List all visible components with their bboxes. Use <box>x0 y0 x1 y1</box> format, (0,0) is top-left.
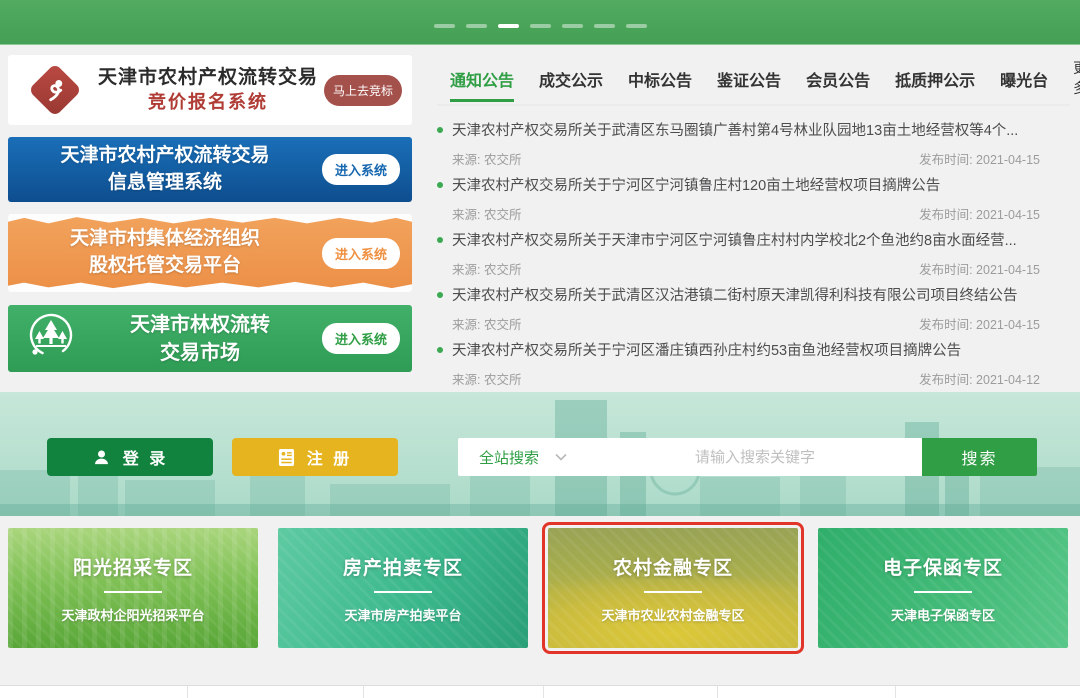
notice-title-link[interactable]: 天津农村产权交易所关于宁河区宁河镇鲁庄村120亩土地经营权项目摘牌公告 <box>452 174 940 195</box>
bullet-icon <box>437 292 443 298</box>
notice-list-item: 天津农村产权交易所关于天津市宁河区宁河镇鲁庄村村内学校北2个鱼池约8亩水面经营.… <box>437 229 1040 284</box>
carousel-dot[interactable] <box>530 24 551 28</box>
notice-panel: 通知公告 成交公示 中标公告 鉴证公告 会员公告 抵质押公示 曝光台 更多 ▶ … <box>437 58 1070 394</box>
forest-market-banner[interactable]: 天津市林权流转 交易市场 进入系统 <box>8 305 412 372</box>
divider <box>104 591 162 593</box>
id-card-icon <box>278 448 295 467</box>
zone-cards: 阳光招采专区 天津政村企阳光招采平台 房产拍卖专区 天津市房产拍卖平台 农村金融… <box>8 528 1068 648</box>
notice-source: 来源: 农交所 <box>452 204 521 223</box>
info-system-banner[interactable]: 天津市农村产权流转交易 信息管理系统 进入系统 <box>8 137 412 202</box>
bidding-system-title: 天津市农村产权流转交易 竞价报名系统 <box>92 66 324 114</box>
notice-date: 发布时间: 2021-04-12 <box>919 369 1040 388</box>
site-search: 全站搜索 搜索 <box>458 438 1037 476</box>
search-scope-select[interactable]: 全站搜索 <box>458 438 588 476</box>
notice-title-link[interactable]: 天津农村产权交易所关于天津市宁河区宁河镇鲁庄村村内学校北2个鱼池约8亩水面经营.… <box>452 229 1017 250</box>
enter-system-button[interactable]: 进入系统 <box>322 323 400 354</box>
carousel-dot[interactable] <box>562 24 583 28</box>
tab-pledge[interactable]: 抵质押公示 <box>895 63 975 100</box>
forest-market-title: 天津市林权流转 交易市场 <box>78 311 322 367</box>
tab-winning-bid[interactable]: 中标公告 <box>628 63 692 100</box>
equity-platform-title: 天津市村集体经济组织 股权托管交易平台 <box>8 226 322 279</box>
notice-date: 发布时间: 2021-04-15 <box>919 259 1040 278</box>
notice-list-item: 天津农村产权交易所关于宁河区潘庄镇西孙庄村约53亩鱼池经营权项目摘牌公告 来源:… <box>437 339 1040 394</box>
notice-title-link[interactable]: 天津农村产权交易所关于武清区东马圈镇广善村第4号林业队园地13亩土地经营权等4个… <box>452 119 1018 140</box>
table-cell <box>188 686 364 698</box>
table-cell <box>718 686 896 698</box>
zone-property-auction[interactable]: 房产拍卖专区 天津市房产拍卖平台 <box>278 528 528 648</box>
carousel-dot-active[interactable] <box>498 24 519 28</box>
tab-exposure[interactable]: 曝光台 <box>1000 63 1048 100</box>
notice-source: 来源: 农交所 <box>452 149 521 168</box>
divider <box>644 591 702 593</box>
search-button[interactable]: 搜索 <box>922 438 1037 476</box>
zone-rural-finance[interactable]: 农村金融专区 天津市农业农村金融专区 <box>548 528 798 648</box>
tab-notice-announcements[interactable]: 通知公告 <box>450 63 514 102</box>
table-cell <box>0 686 188 698</box>
register-button[interactable]: 注 册 <box>232 438 398 476</box>
notice-list-item: 天津农村产权交易所关于宁河区宁河镇鲁庄村120亩土地经营权项目摘牌公告 来源: … <box>437 174 1040 229</box>
carousel-banner <box>0 0 1080 45</box>
notice-date: 发布时间: 2021-04-15 <box>919 314 1040 333</box>
chevron-down-icon <box>555 453 567 461</box>
carousel-dot[interactable] <box>594 24 615 28</box>
forest-tree-icon <box>24 309 78 368</box>
bullet-icon <box>437 182 443 188</box>
enter-system-button[interactable]: 进入系统 <box>322 238 400 269</box>
divider <box>914 591 972 593</box>
notice-source: 来源: 农交所 <box>452 314 521 333</box>
equity-platform-banner[interactable]: 天津市村集体经济组织 股权托管交易平台 进入系统 <box>8 214 412 292</box>
hero-banner: 登 录 注 册 全站搜索 搜索 <box>0 392 1080 516</box>
zone-electronic-guarantee[interactable]: 电子保函专区 天津电子保函专区 <box>818 528 1068 648</box>
bidding-system-card: 天津市农村产权流转交易 竞价报名系统 马上去竞标 <box>8 55 412 125</box>
notice-source: 来源: 农交所 <box>452 259 521 278</box>
enter-system-button[interactable]: 进入系统 <box>322 154 400 185</box>
notice-title-link[interactable]: 天津农村产权交易所关于宁河区潘庄镇西孙庄村约53亩鱼池经营权项目摘牌公告 <box>452 339 961 360</box>
notice-title-link[interactable]: 天津农村产权交易所关于武清区汉沽港镇二街村原天津凯得利科技有限公司项目终结公告 <box>452 284 1018 305</box>
search-input[interactable] <box>588 438 922 476</box>
notice-tabbar: 通知公告 成交公示 中标公告 鉴证公告 会员公告 抵质押公示 曝光台 更多 ▶ <box>437 58 1070 106</box>
tab-deal-publicity[interactable]: 成交公示 <box>539 63 603 100</box>
notice-date: 发布时间: 2021-04-15 <box>919 204 1040 223</box>
bullet-icon <box>437 127 443 133</box>
carousel-dot[interactable] <box>434 24 455 28</box>
table-cell <box>364 686 544 698</box>
info-system-title: 天津市农村产权流转交易 信息管理系统 <box>8 143 322 196</box>
go-bid-button[interactable]: 马上去竞标 <box>324 75 402 106</box>
table-cell <box>896 686 1080 698</box>
notice-list-item: 天津农村产权交易所关于武清区汉沽港镇二街村原天津凯得利科技有限公司项目终结公告 … <box>437 284 1040 339</box>
bullet-icon <box>437 237 443 243</box>
carousel-dot[interactable] <box>626 24 647 28</box>
carousel-dots <box>0 24 1080 28</box>
carousel-dot[interactable] <box>466 24 487 28</box>
bullet-icon <box>437 347 443 353</box>
table-cell <box>544 686 718 698</box>
zone-sunshine-procurement[interactable]: 阳光招采专区 天津政村企阳光招采平台 <box>8 528 258 648</box>
more-link[interactable]: 更多 ▶ <box>1073 58 1080 104</box>
notice-list-item: 天津农村产权交易所关于武清区东马圈镇广善村第4号林业队园地13亩土地经营权等4个… <box>437 119 1040 174</box>
tab-authentication[interactable]: 鉴证公告 <box>717 63 781 100</box>
tab-member[interactable]: 会员公告 <box>806 63 870 100</box>
bottom-table-strip <box>0 685 1080 698</box>
notice-list: 天津农村产权交易所关于武清区东马圈镇广善村第4号林业队园地13亩土地经营权等4个… <box>437 119 1070 394</box>
brand-logo-icon <box>32 67 78 113</box>
user-icon <box>92 448 111 467</box>
notice-date: 发布时间: 2021-04-15 <box>919 149 1040 168</box>
divider <box>374 591 432 593</box>
login-button[interactable]: 登 录 <box>47 438 213 476</box>
notice-source: 来源: 农交所 <box>452 369 521 388</box>
